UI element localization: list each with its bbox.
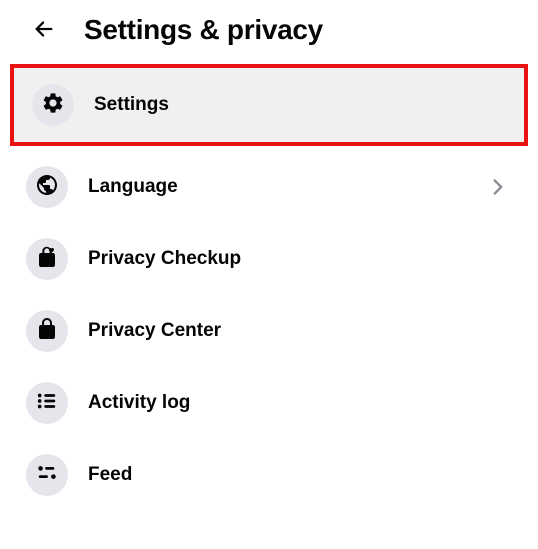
- menu-item-privacy-center[interactable]: Privacy Center: [8, 298, 530, 364]
- icon-circle: [26, 454, 68, 496]
- feed-icon: [36, 462, 58, 489]
- menu-item-label: Language: [88, 176, 464, 198]
- arrow-left-icon: [33, 18, 55, 43]
- icon-circle: [26, 166, 68, 208]
- icon-circle: [26, 310, 68, 352]
- icon-circle: [26, 238, 68, 280]
- menu-item-label: Settings: [94, 94, 506, 116]
- menu-list: Settings Language Privacy Ch: [0, 64, 538, 508]
- menu-item-label: Privacy Center: [88, 320, 512, 342]
- page-title: Settings & privacy: [84, 14, 323, 46]
- menu-item-privacy-checkup[interactable]: Privacy Checkup: [8, 226, 530, 292]
- menu-item-label: Privacy Checkup: [88, 248, 512, 270]
- icon-circle: [32, 84, 74, 126]
- icon-circle: [26, 382, 68, 424]
- gear-icon: [41, 91, 65, 120]
- menu-item-feed[interactable]: Feed: [8, 442, 530, 508]
- globe-icon: [35, 173, 59, 202]
- list-icon: [36, 390, 58, 417]
- menu-item-label: Feed: [88, 464, 512, 486]
- header: Settings & privacy: [0, 0, 538, 64]
- menu-item-label: Activity log: [88, 392, 512, 414]
- lock-heart-icon: [35, 245, 59, 274]
- menu-item-language[interactable]: Language: [8, 154, 530, 220]
- lock-icon: [35, 317, 59, 346]
- chevron-right-icon: [484, 173, 512, 201]
- menu-item-activity-log[interactable]: Activity log: [8, 370, 530, 436]
- back-button[interactable]: [28, 14, 60, 46]
- menu-item-settings[interactable]: Settings: [10, 64, 528, 146]
